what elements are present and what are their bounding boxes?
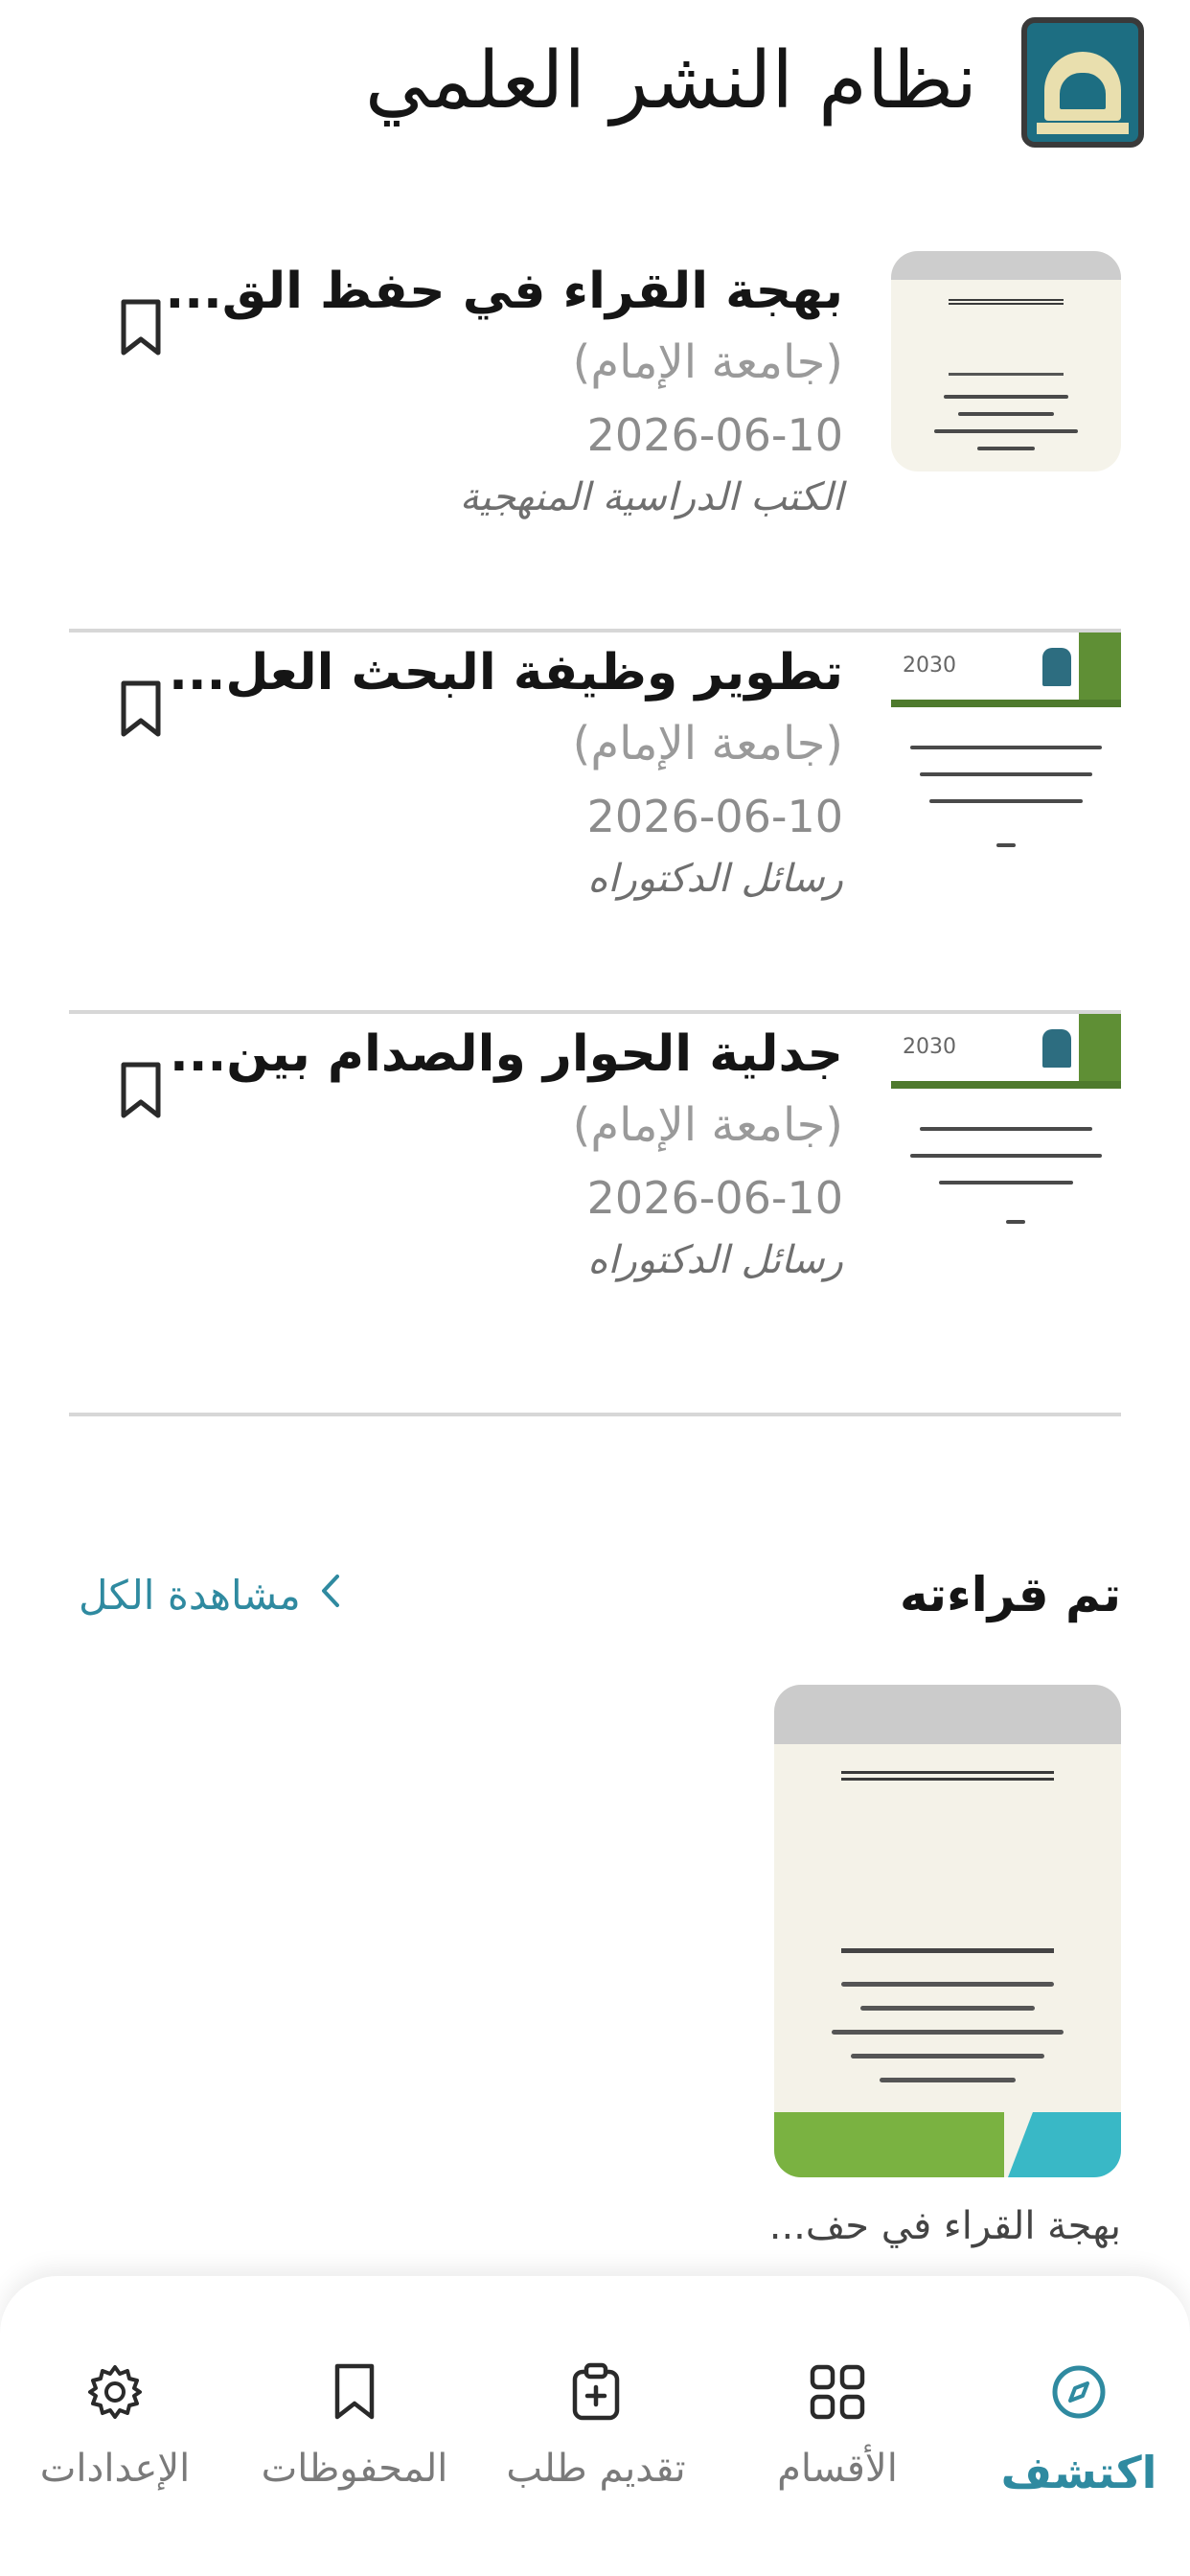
- grid-icon: [809, 2362, 866, 2422]
- result-item[interactable]: 2030 تطوير وظيفة البحث العل... (جامعة ال…: [69, 632, 1121, 1014]
- university-gate-logo-icon: [1021, 17, 1144, 148]
- result-category: رسائل الدكتوراه: [587, 857, 843, 901]
- read-book-title[interactable]: بهجة القراء في حف...: [769, 2204, 1121, 2248]
- bottom-navigation: اكتشف الأقسام تقديم طلب المحفوظات الإعدا…: [0, 2276, 1190, 2576]
- result-item[interactable]: 2030 جدلية الحوار والصدام بين... (جامعة …: [69, 1014, 1121, 1416]
- nav-item-discover[interactable]: اكتشف: [973, 2362, 1184, 2498]
- nav-label-sections: الأقسام: [777, 2447, 898, 2491]
- result-title[interactable]: تطوير وظيفة البحث العل...: [169, 642, 843, 704]
- nav-label-discover: اكتشف: [1000, 2447, 1157, 2498]
- bookmark-icon[interactable]: [107, 671, 174, 748]
- bookmark-icon[interactable]: [107, 289, 174, 366]
- result-category: الكتب الدراسية المنهجية: [459, 475, 843, 519]
- result-category: رسائل الدكتوراه: [587, 1238, 843, 1282]
- nav-item-saved[interactable]: المحفوظات: [249, 2362, 460, 2491]
- result-publisher: (جامعة الإمام): [572, 717, 843, 770]
- result-date: 2026-06-10: [586, 791, 843, 842]
- nav-label-saved: المحفوظات: [261, 2447, 448, 2491]
- read-book-cover[interactable]: [774, 1685, 1121, 2177]
- thesis-cover-thumbnail: 2030: [891, 632, 1121, 853]
- result-publisher: (جامعة الإمام): [572, 1098, 843, 1152]
- nav-item-sections[interactable]: الأقسام: [732, 2362, 943, 2491]
- bookmark-icon: [326, 2362, 383, 2422]
- book-cover-thumbnail: [891, 251, 1121, 472]
- clipboard-plus-icon: [567, 2362, 625, 2422]
- result-date: 2026-06-10: [586, 409, 843, 461]
- result-item[interactable]: بهجة القراء في حفظ الق... (جامعة الإمام)…: [69, 251, 1121, 632]
- nav-label-settings: الإعدادات: [39, 2447, 191, 2491]
- view-all-label: مشاهدة الكل: [79, 1572, 301, 1619]
- page-title: نظام النشر العلمي: [364, 35, 977, 126]
- bookmark-icon[interactable]: [107, 1052, 174, 1129]
- chevron-left-icon: [320, 1572, 341, 1619]
- result-date: 2026-06-10: [586, 1172, 843, 1224]
- compass-icon: [1050, 2362, 1108, 2422]
- nav-item-settings[interactable]: الإعدادات: [10, 2362, 220, 2491]
- thesis-cover-thumbnail: 2030: [891, 1014, 1121, 1234]
- view-all-link[interactable]: مشاهدة الكل: [79, 1572, 341, 1619]
- gear-icon: [86, 2362, 144, 2422]
- nav-label-submit-request: تقديم طلب: [506, 2447, 686, 2491]
- read-section-title: تم قراءته: [899, 1567, 1121, 1622]
- result-title[interactable]: بهجة القراء في حفظ الق...: [165, 261, 843, 323]
- nav-item-submit-request[interactable]: تقديم طلب: [491, 2362, 701, 2491]
- result-publisher: (جامعة الإمام): [572, 335, 843, 389]
- result-title[interactable]: جدلية الحوار والصدام بين...: [170, 1024, 843, 1086]
